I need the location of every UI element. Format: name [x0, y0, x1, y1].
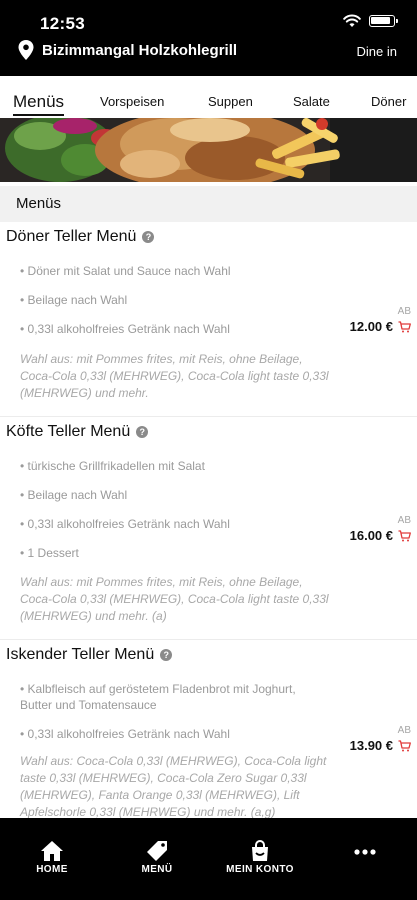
tab-doener[interactable]: Döner: [371, 76, 406, 118]
menu-item-title: Döner Teller Menü: [6, 228, 137, 245]
nav-more[interactable]: [352, 848, 378, 856]
nav-account[interactable]: MEIN KONTO: [222, 840, 298, 875]
menu-item-price: 12.00 €: [349, 319, 393, 334]
dine-mode-button[interactable]: Dine in: [357, 44, 397, 59]
price-row[interactable]: 13.90 €: [350, 738, 411, 753]
section-header: Menüs: [0, 186, 417, 222]
category-banner-image: [0, 118, 417, 182]
menu-item-options-note: Wahl aus: mit Pommes frites, mit Reis, o…: [20, 575, 329, 623]
menu-item-doener-teller[interactable]: Döner Teller Menü ? • Döner mit Salat un…: [0, 222, 417, 417]
menu-item-title: Köfte Teller Menü: [6, 423, 131, 440]
menu-item-iskender-teller[interactable]: Iskender Teller Menü ? • Kalbfleisch auf…: [0, 640, 417, 818]
more-icon: [354, 849, 376, 855]
category-tabs: Menüs Vorspeisen Suppen Salate Döner: [0, 76, 417, 118]
location-selector[interactable]: Bizimmangal Holzkohlegrill: [18, 40, 237, 60]
nav-menu[interactable]: MENÜ: [137, 840, 177, 875]
status-time: 12:53: [40, 14, 85, 33]
cart-icon[interactable]: [398, 529, 411, 542]
menu-item-bullet: • türkische Grillfrikadellen mit Salat: [20, 459, 205, 473]
status-icons: [343, 14, 398, 28]
menu-item-title-row: Iskender Teller Menü ?: [6, 646, 173, 664]
app-screen: 12:53 Bizimmangal Holzkohlegrill Dine in…: [0, 0, 417, 900]
food-photo: [0, 118, 417, 182]
menu-item-price: 13.90 €: [349, 738, 393, 753]
active-tab-indicator: [13, 114, 65, 116]
menu-item-koefte-teller[interactable]: Köfte Teller Menü ? • türkische Grillfri…: [0, 417, 417, 640]
menu-item-options-note: Wahl aus: mit Pommes frites, mit Reis, o…: [20, 352, 329, 400]
menu-item-title-row: Köfte Teller Menü ?: [6, 423, 149, 441]
menu-item-options-note: Wahl aus: Coca-Cola 0,33l (MEHRWEG), Coc…: [20, 754, 327, 818]
menu-item-bullet: • 0,33l alkoholfreies Getränk nach Wahl: [20, 517, 230, 531]
nav-label: HOME: [36, 864, 68, 875]
nav-home[interactable]: HOME: [34, 840, 70, 875]
menu-item-title-row: Döner Teller Menü ?: [6, 228, 155, 246]
menu-item-title: Iskender Teller Menü: [6, 646, 155, 663]
menu-item-bullet: • Kalbfleisch auf geröstetem Fladenbrot …: [20, 682, 296, 712]
cart-icon[interactable]: [398, 320, 411, 333]
info-icon[interactable]: ?: [142, 231, 155, 243]
price-row[interactable]: 12.00 €: [350, 319, 411, 334]
top-bar: 12:53 Bizimmangal Holzkohlegrill Dine in: [0, 0, 417, 76]
restaurant-name: Bizimmangal Holzkohlegrill: [42, 41, 238, 59]
nav-label: MENÜ: [141, 864, 173, 875]
tab-vorspeisen[interactable]: Vorspeisen: [100, 76, 164, 118]
nav-label: MEIN KONTO: [226, 864, 294, 875]
tab-label: Menüs: [13, 92, 65, 111]
menu-item-bullet: • 0,33l alkoholfreies Getränk nach Wahl: [20, 727, 230, 741]
battery-icon: [369, 15, 398, 27]
tab-suppen[interactable]: Suppen: [208, 76, 253, 118]
location-pin-icon: [18, 40, 34, 60]
menu-item-bullet: • 1 Dessert: [20, 546, 79, 560]
tab-menus[interactable]: Menüs: [13, 76, 65, 118]
info-icon[interactable]: ?: [160, 649, 173, 661]
menu-item-price: 16.00 €: [349, 528, 393, 543]
menu-item-bullet: • Döner mit Salat und Sauce nach Wahl: [20, 264, 231, 278]
shopping-bag-icon: [252, 840, 268, 861]
section-title: Menüs: [16, 195, 62, 212]
cart-icon[interactable]: [398, 739, 411, 752]
tab-salate[interactable]: Salate: [293, 76, 330, 118]
home-icon: [41, 841, 63, 861]
bottom-nav: HOME MENÜ MEIN KONTO: [0, 818, 417, 900]
info-icon[interactable]: ?: [136, 426, 149, 438]
wifi-icon: [343, 14, 361, 27]
menu-item-list: Döner Teller Menü ? • Döner mit Salat un…: [0, 222, 417, 818]
price-prefix: AB: [397, 306, 411, 317]
menu-item-bullet: • Beilage nach Wahl: [20, 488, 128, 502]
price-row[interactable]: 16.00 €: [350, 528, 411, 543]
price-prefix: AB: [397, 515, 411, 526]
tag-icon: [147, 841, 167, 861]
menu-item-bullet: • 0,33l alkoholfreies Getränk nach Wahl: [20, 322, 230, 336]
menu-item-bullet: • Beilage nach Wahl: [20, 293, 128, 307]
price-prefix: AB: [397, 725, 411, 736]
